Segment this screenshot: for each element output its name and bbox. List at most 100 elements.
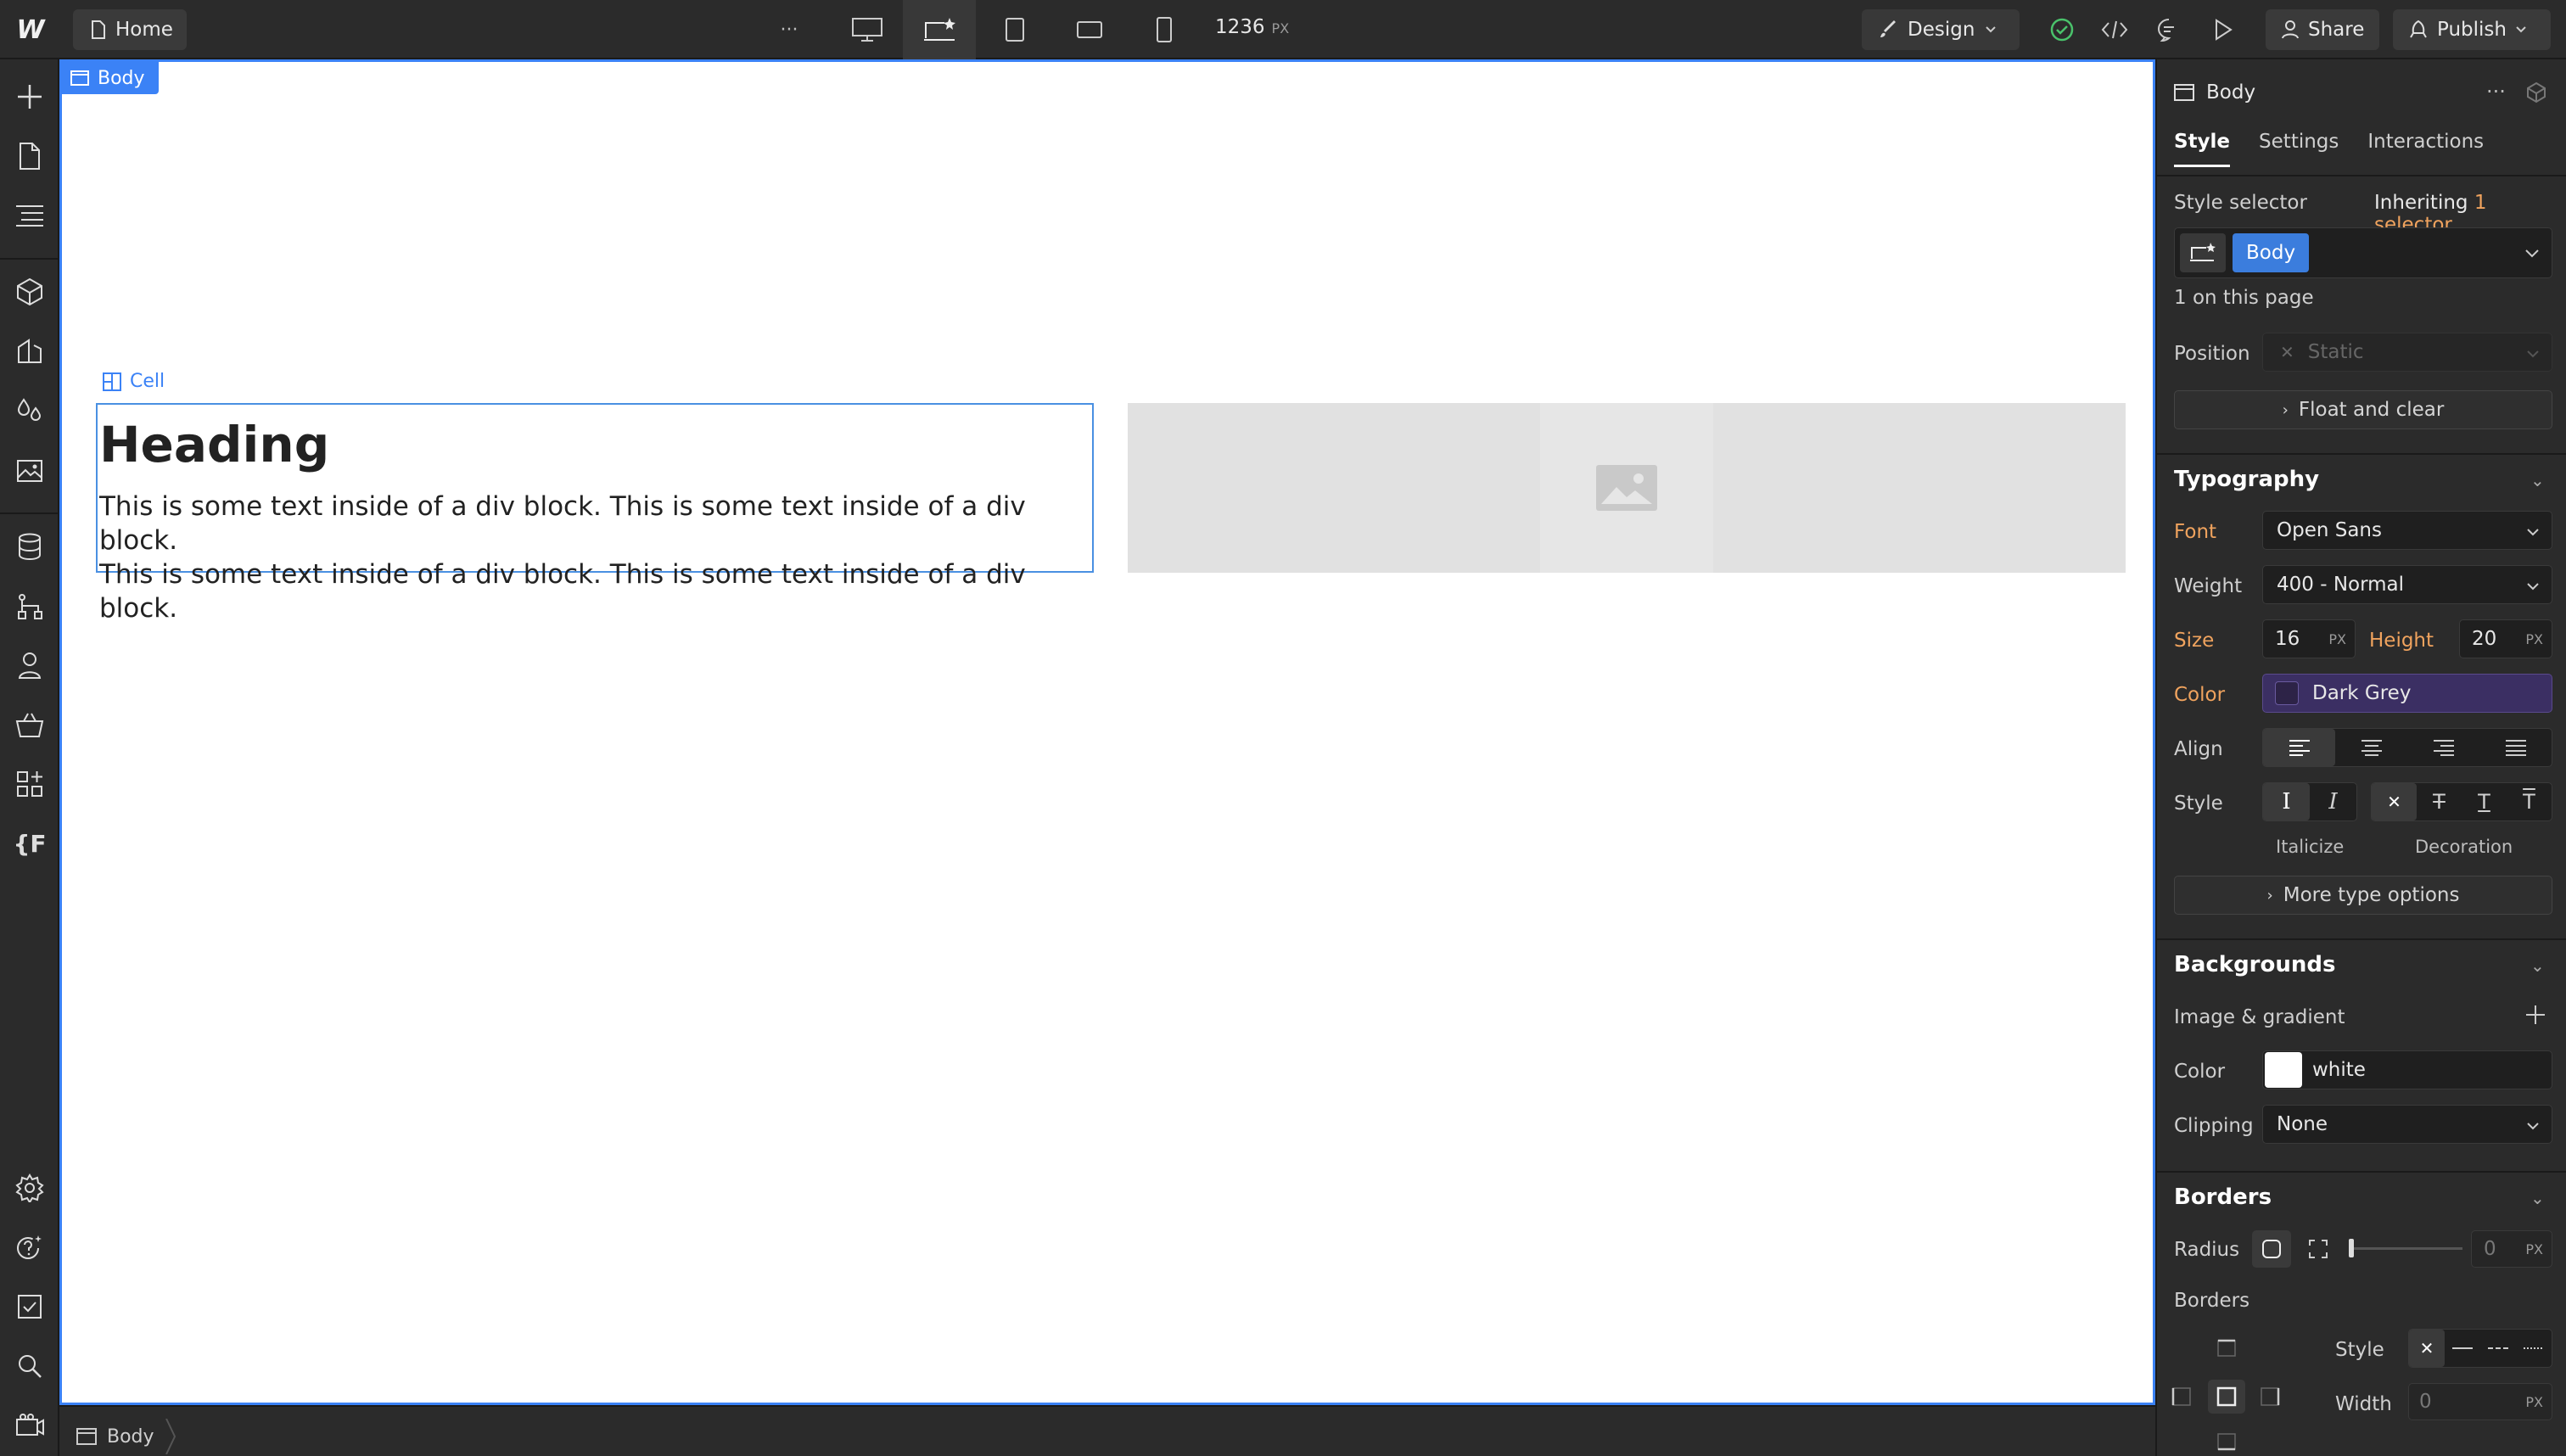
- status-check-button[interactable]: [2037, 9, 2087, 50]
- border-top-button[interactable]: [2215, 1336, 2238, 1359]
- variables-button[interactable]: [13, 394, 47, 428]
- breakpoint-landscape-button[interactable]: [1064, 9, 1115, 50]
- style-manager-button[interactable]: [13, 334, 47, 368]
- radius-slider[interactable]: [2349, 1239, 2462, 1257]
- border-right-button[interactable]: [2259, 1385, 2283, 1408]
- tab-interactions[interactable]: Interactions: [2367, 131, 2484, 167]
- border-dotted-button[interactable]: [2516, 1330, 2552, 1367]
- align-center-button[interactable]: [2335, 729, 2407, 766]
- breakpoint-portrait-button[interactable]: [1139, 9, 1190, 50]
- more-options-button[interactable]: ···: [764, 9, 815, 50]
- pages-button[interactable]: [13, 139, 47, 173]
- search-button[interactable]: [13, 1349, 47, 1383]
- components-button[interactable]: [13, 275, 47, 309]
- viewport-width-readout[interactable]: 1236 PX: [1215, 16, 1289, 38]
- border-none-button[interactable]: ✕: [2409, 1330, 2445, 1367]
- element-options-button[interactable]: ···: [2486, 80, 2506, 104]
- body-element-tag[interactable]: Body: [62, 62, 159, 94]
- background-color-field[interactable]: white: [2262, 1050, 2552, 1089]
- preview-button[interactable]: [2198, 9, 2249, 50]
- selector-chip-body[interactable]: Body: [2233, 233, 2310, 272]
- overline-button[interactable]: T: [2507, 783, 2552, 820]
- settings-button[interactable]: [13, 1171, 47, 1205]
- paragraph-text[interactable]: This is some text inside of a div block.…: [99, 490, 1092, 625]
- chevron-down-icon[interactable]: ⌄: [2530, 1188, 2545, 1208]
- regular-button[interactable]: I: [2263, 783, 2310, 820]
- logic-button[interactable]: [13, 589, 47, 623]
- clipping-select[interactable]: None: [2262, 1105, 2552, 1144]
- audit-button[interactable]: [13, 1290, 47, 1324]
- assets-button[interactable]: [13, 453, 47, 487]
- cms-button[interactable]: [13, 529, 47, 563]
- tab-style[interactable]: Style: [2174, 131, 2231, 167]
- comment-icon: [2158, 19, 2174, 42]
- breakpoint-tablet-button[interactable]: [989, 9, 1040, 50]
- radius-slider-handle[interactable]: [2349, 1239, 2354, 1257]
- cell-element-tag[interactable]: Cell: [103, 371, 165, 392]
- help-button[interactable]: [13, 1230, 47, 1264]
- more-icon: ···: [780, 19, 798, 41]
- breakpoint-desktop-button[interactable]: [842, 9, 893, 50]
- border-dashed-button[interactable]: [2480, 1330, 2516, 1367]
- selector-state-button[interactable]: [2180, 233, 2226, 272]
- line-height-input[interactable]: 20 PX: [2459, 619, 2552, 658]
- breadcrumb-item[interactable]: Body: [76, 1419, 176, 1454]
- chevron-down-icon[interactable]: ⌄: [2530, 955, 2545, 976]
- borders-section-title[interactable]: Borders: [2174, 1184, 2272, 1210]
- align-left-button[interactable]: [2263, 729, 2335, 766]
- chevron-down-icon[interactable]: [2524, 242, 2540, 264]
- radius-input[interactable]: 0 PX: [2471, 1230, 2552, 1268]
- border-width-input[interactable]: 0 PX: [2408, 1383, 2552, 1420]
- font-size-input[interactable]: 16 PX: [2262, 619, 2356, 658]
- page-selector-button[interactable]: Home: [73, 9, 187, 50]
- underline-button[interactable]: T: [2462, 783, 2507, 820]
- finsweet-button[interactable]: {F: [13, 826, 47, 860]
- publish-button[interactable]: Publish: [2393, 9, 2551, 50]
- border-width-label: Width: [2335, 1393, 2392, 1415]
- no-decoration-button[interactable]: ✕: [2372, 783, 2417, 820]
- radius-individual-button[interactable]: [2301, 1230, 2335, 1268]
- backgrounds-section-title[interactable]: Backgrounds: [2174, 952, 2335, 977]
- create-component-button[interactable]: [2525, 81, 2547, 107]
- ecommerce-button[interactable]: [13, 708, 47, 742]
- border-all-button[interactable]: [2208, 1380, 2245, 1414]
- italic-button[interactable]: I: [2310, 783, 2356, 820]
- share-button[interactable]: Share: [2266, 9, 2379, 50]
- regular-icon: I: [2282, 789, 2291, 815]
- apps-button[interactable]: [13, 767, 47, 801]
- grid-cell[interactable]: Heading This is some text inside of a di…: [96, 403, 1094, 624]
- image-placeholder[interactable]: [1128, 403, 2126, 573]
- code-export-button[interactable]: [2089, 9, 2140, 50]
- chevron-down-icon[interactable]: ⌄: [2530, 470, 2545, 490]
- add-background-button[interactable]: [2524, 1003, 2547, 1030]
- tab-settings[interactable]: Settings: [2259, 131, 2339, 167]
- style-selector-field[interactable]: Body: [2174, 227, 2552, 278]
- more-type-options-button[interactable]: › More type options: [2174, 876, 2552, 915]
- video-tutorials-button[interactable]: [13, 1408, 47, 1442]
- position-select[interactable]: ✕ Static: [2262, 333, 2552, 372]
- strikethrough-button[interactable]: T: [2417, 783, 2462, 820]
- text-color-field[interactable]: Dark Grey: [2262, 674, 2552, 713]
- border-solid-button[interactable]: [2445, 1330, 2480, 1367]
- typography-section-title[interactable]: Typography: [2174, 467, 2319, 492]
- white-swatch[interactable]: [2265, 1052, 2302, 1088]
- align-justify-icon: [2505, 740, 2526, 756]
- weight-select[interactable]: 400 - Normal: [2262, 565, 2552, 604]
- font-select[interactable]: Open Sans: [2262, 511, 2552, 550]
- border-left-button[interactable]: [2169, 1385, 2193, 1408]
- users-button[interactable]: [13, 648, 47, 682]
- breakpoint-base-button[interactable]: [903, 0, 976, 59]
- heading-text[interactable]: Heading: [99, 418, 1092, 471]
- align-right-button[interactable]: [2407, 729, 2479, 766]
- border-bottom-button[interactable]: [2215, 1432, 2238, 1453]
- add-elements-button[interactable]: [13, 80, 47, 114]
- radius-all-button[interactable]: [2252, 1230, 2291, 1268]
- color-swatch[interactable]: [2275, 681, 2299, 705]
- float-clear-button[interactable]: › Float and clear: [2174, 390, 2552, 429]
- navigator-button[interactable]: [13, 199, 47, 232]
- design-canvas[interactable]: Body Cell Heading This is some text insi…: [59, 59, 2155, 1405]
- mode-switcher-button[interactable]: Design: [1862, 9, 2020, 50]
- align-justify-button[interactable]: [2479, 729, 2552, 766]
- webflow-logo-icon[interactable]: W: [14, 15, 48, 45]
- comments-button[interactable]: [2143, 9, 2194, 50]
